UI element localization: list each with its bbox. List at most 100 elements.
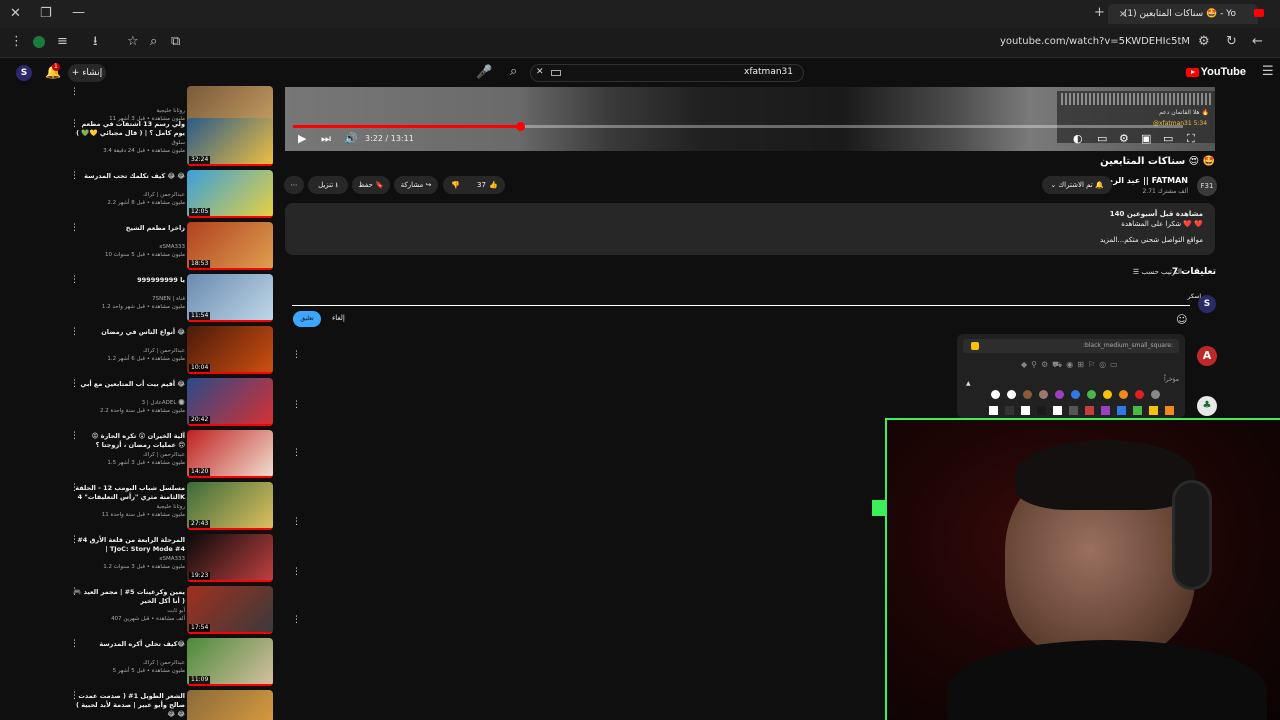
search-button-icon[interactable]: ⌕: [510, 65, 517, 79]
emoji-option-icon[interactable]: [1165, 406, 1174, 415]
reading-list-icon[interactable]: ≡: [57, 35, 68, 49]
recommendation-title[interactable]: أنواع الناس في رمضان 😂: [73, 328, 185, 337]
comment-more-icon[interactable]: ⋮: [292, 517, 301, 527]
emoji-category-tabs[interactable]: ◆⚲⚙⛟◉⊞⚐◎▭: [1021, 360, 1122, 370]
recommendation-item[interactable]: 27:43 ⋮ مسلسل شباب البومب 12 - الحلقة الثا…: [70, 482, 275, 532]
recommendation-item[interactable]: 11:54 ⋮ يا 999999999 7SNEN | قناة 1.2 مليون …: [70, 274, 275, 324]
recommendation-channel[interactable]: xSMA333: [159, 556, 185, 562]
emoji-option-icon[interactable]: [1053, 406, 1062, 415]
emoji-option-icon[interactable]: [1039, 390, 1048, 399]
video-thumbnail[interactable]: 19:23: [187, 534, 273, 582]
recommendation-title[interactable]: آلية الخيران 😮 تكره الحارة 😡 عمليات رمضا…: [73, 432, 185, 450]
recommendation-item[interactable]: 14:20 ⋮ آلية الخيران 😮 تكره الحارة 😡 عمليا…: [70, 430, 275, 480]
video-thumbnail[interactable]: 17:54: [187, 586, 273, 634]
recommendation-channel[interactable]: روتانا خليجية: [156, 108, 185, 114]
video-thumbnail[interactable]: 11:09: [187, 638, 273, 686]
browser-tab-active[interactable]: (1) سناكات المتابعين 🤩 - Yo: [1108, 4, 1258, 24]
recommendation-channel[interactable]: xSMA333: [159, 244, 185, 250]
sort-comments-button[interactable]: ☰ الترتيب حسب: [1133, 268, 1182, 276]
progress-scrubber[interactable]: [515, 122, 525, 131]
emoji-option-icon[interactable]: [1071, 390, 1080, 399]
autoplay-toggle-icon[interactable]: ◐: [1073, 132, 1083, 145]
next-icon[interactable]: ⏭: [321, 132, 331, 146]
recommendation-item[interactable]: 12:05 ⋮ كيف تكلمك تحب المدرسة 😂 😂 عبدالرحمن…: [70, 170, 275, 220]
more-options-icon[interactable]: ⋮: [70, 88, 79, 97]
emoji-option-icon[interactable]: [1103, 390, 1112, 399]
emoji-option-icon[interactable]: [1085, 406, 1094, 415]
close-window-icon[interactable]: ✕: [10, 7, 21, 21]
recommendation-title[interactable]: #4 المرحلة الرابعة من قلعة الأرق | TJoC:…: [73, 536, 185, 554]
subtitles-icon[interactable]: ▭: [1097, 132, 1107, 145]
description-more[interactable]: مواقع التواصل شحني متكم...المزيد: [285, 235, 1215, 245]
emoji-option-icon[interactable]: [1037, 406, 1046, 415]
minimize-window-icon[interactable]: —: [72, 6, 85, 20]
keyboard-icon[interactable]: [551, 70, 561, 76]
share-button[interactable]: مشاركة ↪: [394, 176, 438, 194]
recommendation-item[interactable]: 19:23 ⋮ #4 المرحلة الرابعة من قلعة الأرق |…: [70, 534, 275, 584]
progress-bar[interactable]: [293, 122, 1183, 131]
recommendation-channel[interactable]: عبدالرحمن | كراك: [143, 348, 185, 354]
video-thumbnail[interactable]: 12:05: [187, 170, 273, 218]
video-thumbnail[interactable]: 27:43: [187, 482, 273, 530]
recommendation-item[interactable]: 11:09 ⋮ كيف تخلي أكره المدرسة😂 عبدالرحمن | …: [70, 638, 275, 688]
emoji-option-icon[interactable]: [1087, 390, 1096, 399]
recommendation-channel[interactable]: عبدالرحمن | كراك: [143, 192, 185, 198]
emoji-search-input[interactable]: :black_medium_small_square:: [963, 339, 1179, 353]
emoji-option-icon[interactable]: [1133, 406, 1142, 415]
recommendation-item[interactable]: ⋮ الشعر الطويل 1# ( صدمت عمدت صالح وأبو ع…: [70, 690, 275, 720]
video-thumbnail[interactable]: 10:04: [187, 326, 273, 374]
create-button[interactable]: + إنشاء: [68, 64, 106, 82]
video-thumbnail[interactable]: 14:20: [187, 430, 273, 478]
recommendation-title[interactable]: أقيم بيت أب المتابعين مع أبي 😂: [73, 380, 185, 389]
video-thumbnail[interactable]: 32:24: [187, 118, 273, 166]
emoji-option-icon[interactable]: [1005, 406, 1014, 415]
recommendation-item[interactable]: 18:53 ⋮ زاخرا مطعم الشيخ xSMA333 10 مليون مش…: [70, 222, 275, 272]
emoji-option-icon[interactable]: [1151, 390, 1160, 399]
settings-icon[interactable]: ⚙: [1119, 132, 1129, 145]
recommendation-channel[interactable]: عبدالرحمن | كراك: [143, 452, 185, 458]
emoji-option-icon[interactable]: [1101, 406, 1110, 415]
emoji-option-icon[interactable]: [1117, 406, 1126, 415]
emoji-option-icon[interactable]: [989, 406, 998, 415]
address-bar[interactable]: youtube.com/watch?v=5KWDEHIc5tM: [1000, 36, 1190, 47]
emoji-option-icon[interactable]: [1119, 390, 1128, 399]
recommendation-title[interactable]: الشعر الطويل 1# ( صدمت عمدت صالح وأبو عب…: [73, 692, 185, 719]
channel-avatar[interactable]: F31: [1197, 176, 1217, 196]
submit-comment-button[interactable]: تعليق: [293, 311, 321, 327]
search-input[interactable]: xfatman31: [744, 67, 793, 77]
comment-more-icon[interactable]: ⋮: [292, 350, 301, 360]
browser-menu-icon[interactable]: ⋮: [10, 35, 23, 49]
recommendation-channel[interactable]: عادل | 3ADEL 🔘: [142, 400, 185, 406]
zoom-icon[interactable]: ⌕: [150, 35, 157, 49]
emoji-option-icon[interactable]: [1055, 390, 1064, 399]
recommendation-title[interactable]: ولي رسم 13 اشتقات في مطعم يوم كامل ؟ | (…: [73, 120, 185, 138]
emoji-picker-toggle-icon[interactable]: ☺: [1176, 313, 1187, 326]
recommendation-title[interactable]: زاخرا مطعم الشيخ: [73, 224, 185, 233]
install-app-icon[interactable]: ⧉: [171, 35, 180, 49]
volume-icon[interactable]: 🔊: [344, 132, 358, 145]
emoji-option-icon[interactable]: [1021, 406, 1030, 415]
emoji-option-icon[interactable]: [1135, 390, 1144, 399]
site-settings-icon[interactable]: ⚙: [1198, 35, 1210, 49]
scroll-up-icon[interactable]: ▲: [966, 380, 971, 387]
video-thumbnail[interactable]: 11:54: [187, 274, 273, 322]
like-icon[interactable]: 👍: [489, 176, 498, 194]
emoji-result-icon[interactable]: [971, 342, 979, 350]
reload-icon[interactable]: ↻: [1226, 35, 1237, 49]
clear-search-icon[interactable]: ✕: [536, 67, 544, 77]
recommendation-title[interactable]: يا 999999999: [73, 276, 185, 285]
emoji-option-icon[interactable]: [1007, 390, 1016, 399]
video-thumbnail[interactable]: 18:53: [187, 222, 273, 270]
dislike-icon[interactable]: 👎: [451, 181, 460, 189]
recommendation-title[interactable]: كيف تخلي أكره المدرسة😂: [73, 640, 185, 649]
comment-more-icon[interactable]: ⋮: [292, 448, 301, 458]
hamburger-menu-icon[interactable]: ☰: [1262, 65, 1274, 79]
emoji-option-icon[interactable]: [1069, 406, 1078, 415]
recommendation-channel[interactable]: روتانا خليجية: [156, 504, 185, 510]
recommendation-title[interactable]: مسلسل شباب البومب 12 - الحلقة الثامنة مث…: [73, 484, 185, 502]
recommendation-channel[interactable]: 7SNEN | قناة: [152, 296, 185, 302]
recommendation-channel[interactable]: عبدالرحمن | كراك: [143, 660, 185, 666]
theater-mode-icon[interactable]: ▭: [1163, 132, 1173, 145]
emoji-option-icon[interactable]: [1023, 390, 1032, 399]
commenter-avatar[interactable]: ♣: [1197, 396, 1217, 416]
